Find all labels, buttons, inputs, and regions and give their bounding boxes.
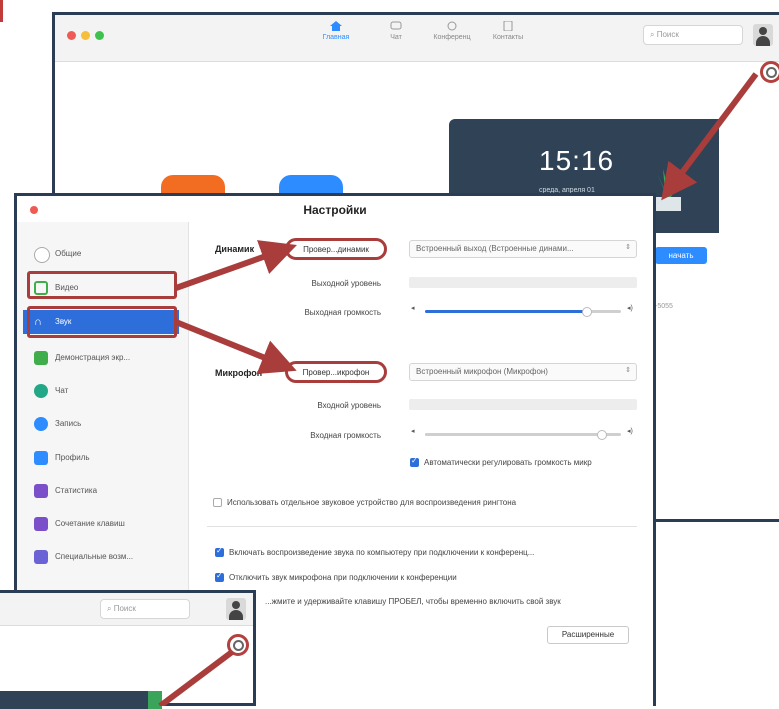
- microphone-device-value: Встроенный микрофон (Микрофон): [416, 367, 548, 376]
- auto-adjust-label: Автоматически регулировать громкость мик…: [424, 458, 592, 467]
- gear-highlight-ring: [760, 61, 779, 83]
- sidebar-item-screen-share[interactable]: Демонстрация экр...: [23, 346, 179, 370]
- general-icon: [34, 247, 50, 263]
- minimize-window-button[interactable]: [81, 31, 90, 40]
- search-icon: ⌕: [650, 30, 657, 39]
- volume-high-icon: ◂): [627, 305, 633, 312]
- avatar[interactable]: [226, 598, 246, 620]
- speaker-device-select[interactable]: Встроенный выход (Встроенные динами... ⇕: [409, 240, 637, 258]
- sidebar-item-general[interactable]: Общие: [23, 242, 179, 266]
- sidebar-item-recording[interactable]: Запись: [23, 412, 179, 436]
- sidebar-item-label: Статистика: [55, 486, 98, 495]
- output-volume-knob[interactable]: [582, 307, 592, 317]
- dialog-title: Настройки: [303, 203, 367, 217]
- start-button[interactable]: начать: [655, 247, 707, 264]
- select-arrow-icon: ⇕: [625, 367, 631, 374]
- mute-mic-label: Отключить звук микрофона при подключении…: [229, 573, 457, 582]
- tab-home-label: Главная: [322, 34, 350, 41]
- tab-contacts[interactable]: Контакты: [483, 21, 533, 41]
- tab-home[interactable]: Главная: [311, 21, 361, 41]
- tab-contacts-label: Контакты: [492, 34, 524, 41]
- accessibility-icon: [34, 550, 48, 564]
- meeting-id: -5055: [655, 303, 673, 310]
- home-icon: [330, 21, 342, 31]
- sidebar-item-chat[interactable]: Чат: [23, 379, 179, 403]
- output-volume-slider[interactable]: [425, 307, 621, 317]
- select-arrow-icon: ⇕: [625, 244, 631, 251]
- sidebar-item-label: Общие: [55, 249, 82, 258]
- sidebar-item-label: Профиль: [55, 453, 90, 462]
- join-audio-checkbox[interactable]: [215, 546, 224, 557]
- mute-mic-checkbox[interactable]: [215, 571, 224, 582]
- volume-low-icon: ◂: [411, 305, 415, 312]
- sidebar-item-label: Демонстрация экр...: [55, 353, 131, 362]
- title-bar: Главная Чат Конференц Контакты ⌕ Поиск: [55, 15, 779, 62]
- search-placeholder: Поиск: [656, 30, 679, 39]
- tab-chat-label: Чат: [390, 34, 402, 41]
- search-icon: ⌕: [107, 604, 114, 613]
- section-divider: [207, 526, 637, 527]
- volume-low-icon: ◂: [411, 428, 415, 435]
- tab-chat[interactable]: Чат: [371, 21, 421, 41]
- clock-time: 15:16: [539, 145, 615, 176]
- sidebar-item-profile[interactable]: Профиль: [23, 446, 179, 470]
- search-input[interactable]: ⌕ Поиск: [643, 25, 743, 45]
- sidebar-item-label: Сочетание клавиш: [55, 519, 125, 528]
- output-level-label: Выходной уровень: [311, 279, 382, 288]
- tab-meetings-label: Конференц: [433, 34, 471, 41]
- close-window-button[interactable]: [67, 31, 76, 40]
- input-volume-knob[interactable]: [597, 430, 607, 440]
- zoom-small-window: ⌕ Поиск: [0, 590, 256, 709]
- small-title-bar: ⌕ Поиск: [0, 593, 253, 626]
- sidebar-item-keyboard[interactable]: Сочетание клавиш: [23, 512, 179, 536]
- input-volume-slider[interactable]: [425, 430, 621, 440]
- search-placeholder: Поиск: [113, 604, 136, 613]
- output-volume-label: Выходная громкость: [304, 308, 381, 317]
- push-to-talk-label: ...жмите и удерживайте клавишу ПРОБЕЛ, ч…: [265, 597, 561, 606]
- output-level-meter: [409, 277, 637, 288]
- plant-corner: [148, 691, 162, 709]
- volume-high-icon: ◂): [627, 428, 633, 435]
- sidebar-item-label: Чат: [55, 386, 69, 395]
- sidebar-item-statistics[interactable]: Статистика: [23, 479, 179, 503]
- advanced-button[interactable]: Расширенные: [547, 626, 629, 644]
- input-level-label: Входной уровень: [317, 401, 381, 410]
- clock-card-corner: [0, 691, 150, 709]
- separate-device-checkbox[interactable]: [213, 498, 222, 507]
- gear-highlight-ring: [227, 634, 249, 656]
- edge-marker: [0, 0, 3, 22]
- meetings-icon: [447, 21, 457, 31]
- small-search-input[interactable]: ⌕ Поиск: [100, 599, 190, 619]
- statistics-icon: [34, 484, 48, 498]
- speaker-section-label: Динамик: [215, 244, 255, 254]
- sidebar-item-accessibility[interactable]: Специальные возм...: [23, 545, 179, 569]
- separate-device-label: Использовать отдельное звуковое устройст…: [227, 498, 517, 507]
- chat-icon: [390, 21, 402, 30]
- speaker-device-value: Встроенный выход (Встроенные динами...: [416, 244, 574, 253]
- join-audio-label: Включать воспроизведение звука по компью…: [229, 548, 535, 557]
- avatar[interactable]: [753, 24, 773, 46]
- video-highlight-box: [27, 271, 177, 299]
- output-volume-fill: [425, 310, 586, 313]
- screen-share-icon: [34, 351, 48, 365]
- input-level-meter: [409, 399, 637, 410]
- auto-adjust-checkbox[interactable]: [410, 456, 419, 467]
- maximize-window-button[interactable]: [95, 31, 104, 40]
- record-icon: [34, 417, 48, 431]
- tab-meetings[interactable]: Конференц: [427, 21, 477, 41]
- chat-icon: [34, 384, 48, 398]
- input-volume-label: Входная громкость: [310, 431, 381, 440]
- microphone-device-select[interactable]: Встроенный микрофон (Микрофон) ⇕: [409, 363, 637, 381]
- sidebar-item-label: Специальные возм...: [55, 552, 134, 561]
- audio-highlight-box: [27, 306, 177, 338]
- microphone-section-label: Микрофон: [215, 368, 263, 378]
- keyboard-icon: [34, 517, 48, 531]
- profile-icon: [34, 451, 48, 465]
- test-speaker-button[interactable]: Провер...динамик: [285, 238, 387, 260]
- test-microphone-button[interactable]: Провер...икрофон: [285, 361, 387, 383]
- sidebar-item-label: Запись: [55, 419, 82, 428]
- contacts-icon: [503, 21, 513, 31]
- input-volume-fill: [425, 433, 601, 436]
